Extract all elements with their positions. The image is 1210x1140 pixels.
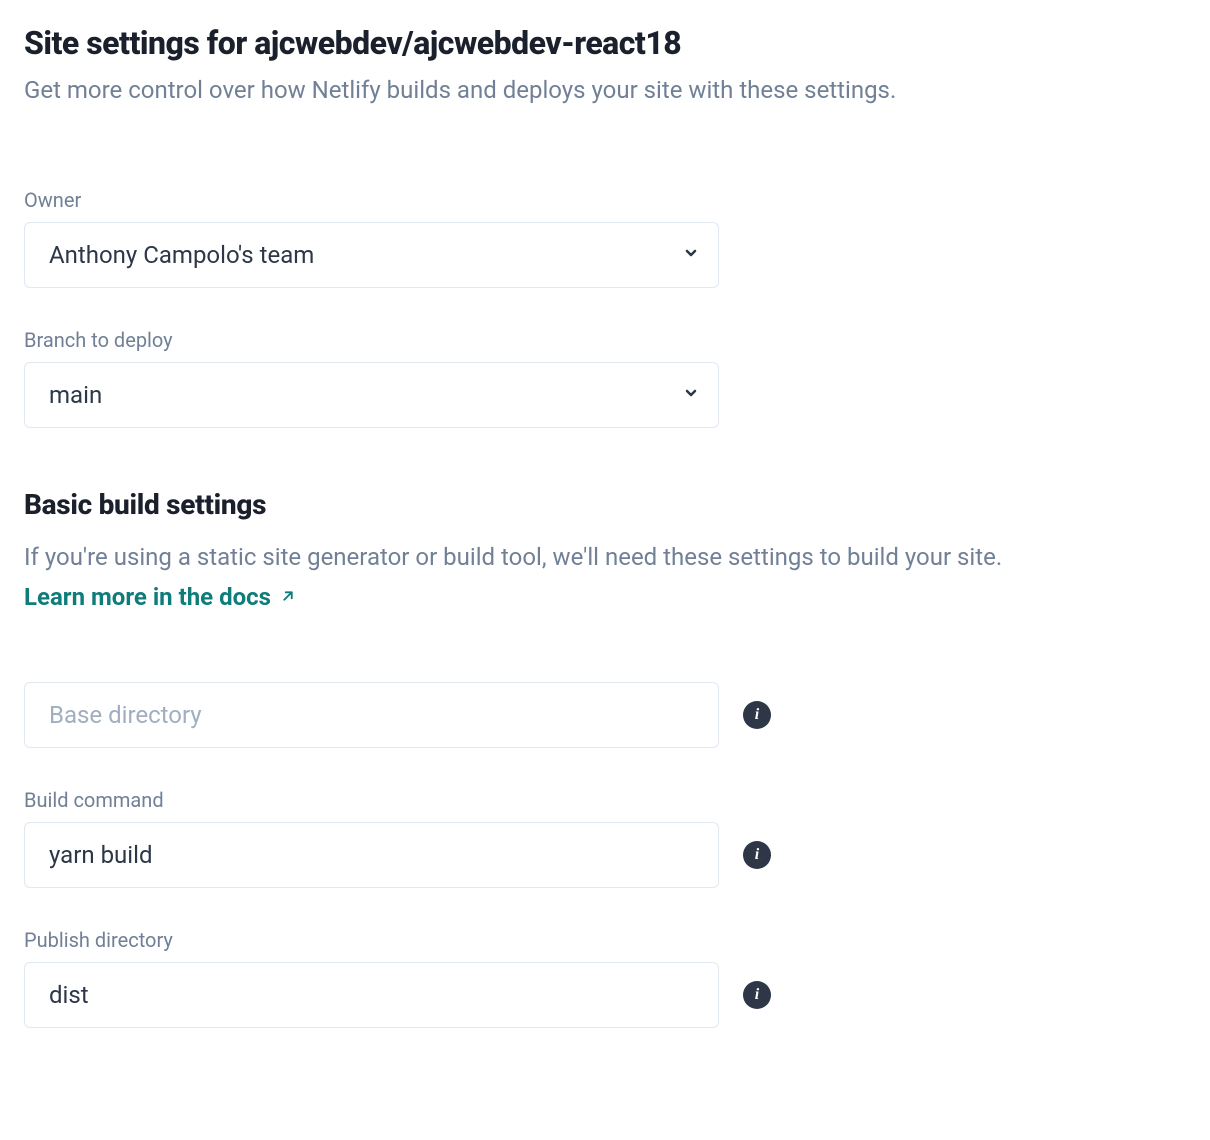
publish-directory-group: Publish directory i [24, 928, 1186, 1028]
publish-directory-input[interactable] [24, 962, 719, 1028]
page-subtitle: Get more control over how Netlify builds… [24, 74, 1186, 108]
info-icon[interactable]: i [743, 841, 771, 869]
build-command-group: Build command i [24, 788, 1186, 888]
page-title: Site settings for ajcwebdev/ajcwebdev-re… [24, 24, 1186, 62]
base-directory-group: i [24, 682, 1186, 748]
branch-select-value: main [49, 381, 102, 409]
branch-label: Branch to deploy [24, 328, 1186, 352]
owner-field-group: Owner Anthony Campolo's team [24, 188, 1186, 288]
build-section-description-text: If you're using a static site generator … [24, 543, 1002, 571]
learn-more-label: Learn more in the docs [24, 577, 271, 618]
learn-more-link[interactable]: Learn more in the docs [24, 577, 297, 618]
info-icon[interactable]: i [743, 981, 771, 1009]
branch-select[interactable]: main [24, 362, 719, 428]
build-command-input[interactable] [24, 822, 719, 888]
build-command-label: Build command [24, 788, 1186, 812]
base-directory-input[interactable] [24, 682, 719, 748]
build-section-title: Basic build settings [24, 488, 1186, 521]
publish-directory-label: Publish directory [24, 928, 1186, 952]
owner-select-value: Anthony Campolo's team [49, 241, 314, 269]
owner-label: Owner [24, 188, 1186, 212]
info-icon[interactable]: i [743, 701, 771, 729]
build-section-description: If you're using a static site generator … [24, 537, 1186, 619]
external-link-icon [279, 577, 297, 618]
owner-select[interactable]: Anthony Campolo's team [24, 222, 719, 288]
branch-field-group: Branch to deploy main [24, 328, 1186, 428]
